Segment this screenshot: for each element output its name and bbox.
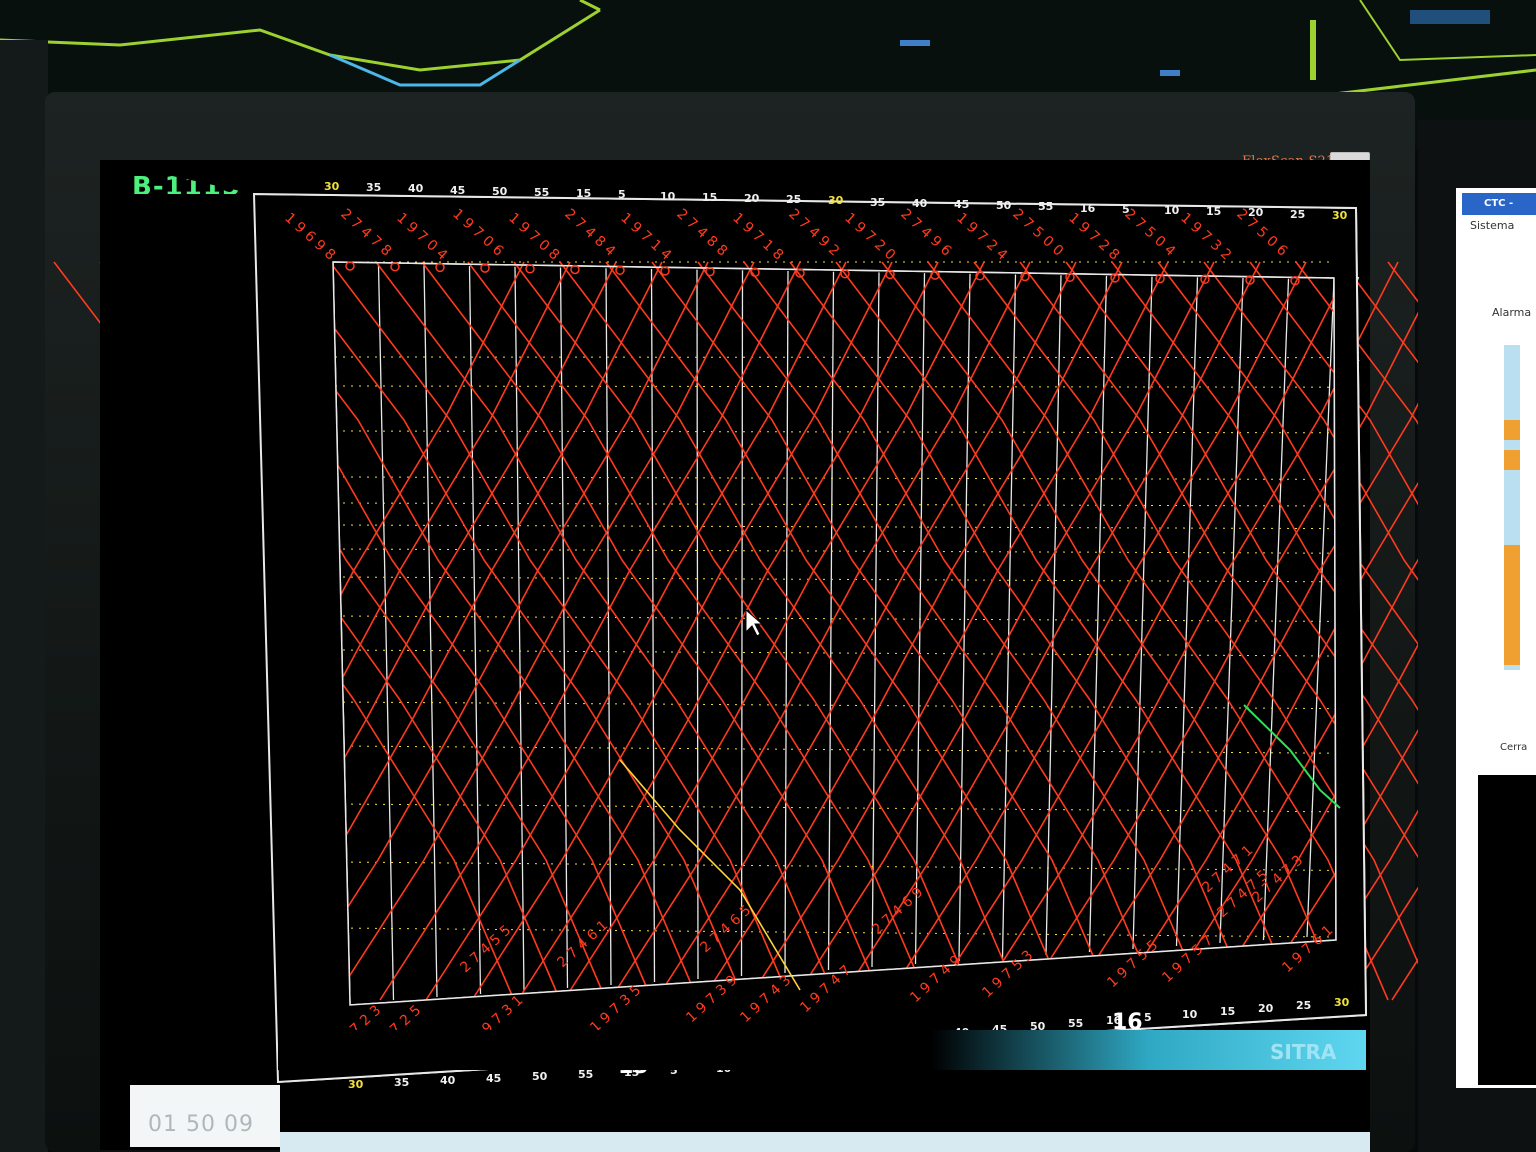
time-tick-bottom: 50	[532, 1070, 548, 1083]
station-marker	[570, 264, 580, 275]
time-tick-bottom: 30	[1334, 996, 1350, 1009]
time-gridline	[468, 266, 482, 995]
time-tick-top: 20	[744, 192, 760, 205]
train-graph[interactable]	[0, 0, 1536, 1152]
station-marker	[525, 264, 535, 274]
station-marker	[615, 265, 625, 275]
time-gridline	[1219, 277, 1244, 944]
time-tick-top: 15	[576, 187, 592, 201]
time-tick-bottom: 15	[1220, 1005, 1236, 1018]
time-tick-top: 10	[660, 189, 676, 203]
time-tick-top: 5	[618, 188, 626, 202]
time-tick-bottom: 35	[394, 1076, 410, 1089]
time-tick-top: 55	[534, 186, 550, 199]
time-tick-top: 35	[870, 195, 886, 209]
time-tick-top: 30	[828, 194, 844, 208]
ctc-status-segment	[1504, 545, 1520, 665]
mask	[100, 194, 350, 1082]
time-tick-bottom: 30	[348, 1078, 364, 1091]
time-tick-bottom: 20	[1258, 1002, 1274, 1015]
time-tick-top: 25	[1290, 207, 1306, 221]
time-tick-top: 50	[492, 184, 508, 198]
station-marker	[435, 262, 445, 273]
station-gridline	[334, 576, 1335, 583]
time-gridline	[1001, 274, 1017, 959]
time-gridline	[650, 268, 656, 983]
time-tick-top: 45	[954, 198, 970, 211]
time-gridline	[514, 266, 525, 992]
time-tick-bottom: 5	[1144, 1011, 1152, 1024]
time-tick-top: 55	[1038, 200, 1054, 214]
time-tick-bottom: 55	[1068, 1017, 1084, 1030]
time-gridline	[559, 267, 569, 989]
station-marker	[480, 263, 490, 273]
time-gridline	[377, 264, 395, 1001]
ctc-status-segment	[1504, 450, 1520, 470]
train-path-selected	[619, 759, 801, 991]
bottom-time-bar	[278, 1030, 1366, 1070]
ctc-window-title[interactable]: CTC - Con	[1462, 193, 1536, 231]
mouse-cursor-icon	[745, 608, 764, 637]
train-path-active	[1243, 704, 1341, 809]
station-marker	[345, 261, 355, 271]
time-tick-bottom: 40	[440, 1074, 456, 1087]
plot-area	[332, 261, 1337, 1006]
time-gridline	[423, 265, 438, 998]
station-marker	[660, 266, 670, 276]
time-gridline	[605, 268, 612, 986]
ctc-alarm-label: Alarma	[1492, 306, 1532, 319]
station-gridline	[334, 385, 1335, 388]
time-tick-bottom: 45	[486, 1072, 502, 1085]
time-tick-top: 35	[366, 181, 382, 195]
time-tick-top: 50	[996, 199, 1012, 213]
time-tick-bottom: 25	[1296, 999, 1312, 1012]
ctc-status-segment	[1504, 420, 1520, 440]
time-tick-top: 15	[702, 190, 718, 204]
ctc-menu-sistema[interactable]: Sistema	[1470, 219, 1514, 232]
time-tick-top: 10	[1164, 204, 1180, 217]
time-tick-top: 40	[912, 196, 928, 210]
station-gridline	[334, 430, 1335, 434]
station-marker	[705, 266, 715, 277]
time-tick-top: 45	[450, 183, 466, 197]
station-marker	[390, 261, 400, 272]
status-bar	[280, 1132, 1370, 1152]
time-gridline	[1262, 278, 1290, 941]
clock-readout: 01 50 09	[148, 1112, 254, 1137]
station-gridline	[334, 476, 1335, 480]
time-gridline	[1175, 277, 1199, 947]
system-name: SITRA	[1270, 1040, 1337, 1064]
time-tick-top: 30	[324, 180, 340, 193]
time-tick-top: 40	[408, 182, 424, 196]
station-gridline	[334, 548, 1335, 554]
ctc-close-label[interactable]: Cerra	[1500, 742, 1527, 753]
time-tick-bottom: 10	[1182, 1008, 1198, 1021]
plot-area	[332, 261, 1337, 1006]
time-tick-top: 16	[1080, 201, 1096, 215]
time-tick-top: 25	[786, 193, 802, 207]
time-tick-top: 15	[1206, 205, 1222, 219]
time-tick-top: 30	[1332, 208, 1348, 222]
ctc-black-area	[1478, 775, 1536, 1085]
